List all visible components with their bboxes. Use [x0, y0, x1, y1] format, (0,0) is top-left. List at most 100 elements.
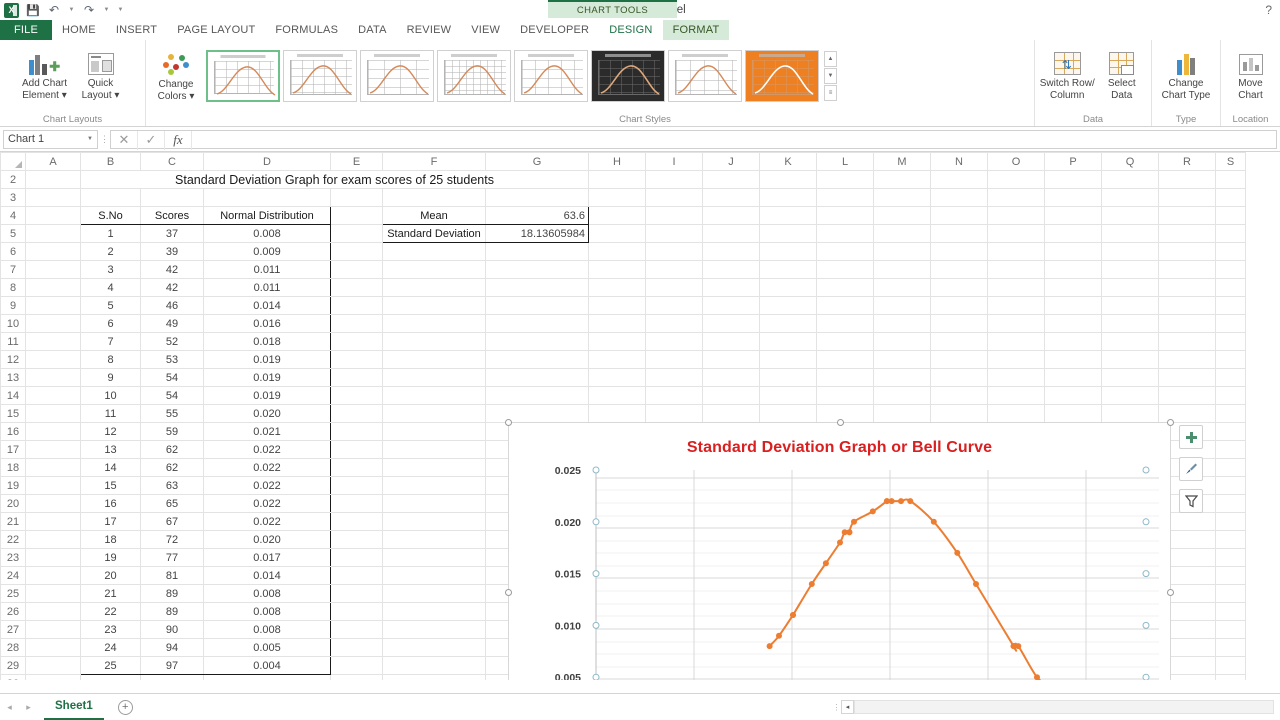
gallery-more-button[interactable]: ≡	[824, 85, 837, 101]
table-row[interactable]: 14	[81, 459, 141, 477]
table-row[interactable]: 0.008	[204, 603, 331, 621]
table-row[interactable]: 4	[81, 279, 141, 297]
cell-e3[interactable]	[331, 189, 383, 207]
cell-s17[interactable]	[1216, 441, 1246, 459]
cell-s26[interactable]	[1216, 603, 1246, 621]
cell-m11[interactable]	[874, 333, 931, 351]
cell-s19[interactable]	[1216, 477, 1246, 495]
row-header-3[interactable]: 3	[1, 189, 26, 207]
table-row[interactable]: 23	[81, 621, 141, 639]
table-row[interactable]: 8	[81, 351, 141, 369]
cell-g11[interactable]	[486, 333, 589, 351]
table-row[interactable]: 37	[141, 225, 204, 243]
column-header-s[interactable]: S	[1216, 153, 1246, 171]
prev-sheet-icon[interactable]: ◂	[0, 702, 19, 713]
cell-a11[interactable]	[26, 333, 81, 351]
chart-style-thumb-5[interactable]	[514, 50, 588, 102]
cell-k14[interactable]	[760, 387, 817, 405]
cell-q3[interactable]	[1102, 189, 1159, 207]
scrollbar-grip[interactable]: ⋮	[831, 703, 841, 712]
redo-icon[interactable]: ↷	[82, 3, 96, 17]
cell-a12[interactable]	[26, 351, 81, 369]
table-row[interactable]: 20	[81, 567, 141, 585]
cell-r3[interactable]	[1159, 189, 1216, 207]
cell-g14[interactable]	[486, 387, 589, 405]
table-row[interactable]: 42	[141, 279, 204, 297]
cell-f7[interactable]	[383, 261, 486, 279]
chart-style-thumb-7[interactable]	[668, 50, 742, 102]
cell-e16[interactable]	[331, 423, 383, 441]
cell-c30[interactable]	[141, 675, 204, 681]
cell-e5[interactable]	[331, 225, 383, 243]
table-row[interactable]: 0.019	[204, 369, 331, 387]
cell-q8[interactable]	[1102, 279, 1159, 297]
quick-layout-button[interactable]: QuickLayout ▾	[75, 43, 127, 101]
tab-insert[interactable]: INSERT	[106, 20, 167, 40]
cell-q14[interactable]	[1102, 387, 1159, 405]
cell-a8[interactable]	[26, 279, 81, 297]
row-header-27[interactable]: 27	[1, 621, 26, 639]
cell-n10[interactable]	[931, 315, 988, 333]
cell-o8[interactable]	[988, 279, 1045, 297]
cell-a7[interactable]	[26, 261, 81, 279]
cell-p2[interactable]	[1045, 171, 1102, 189]
cell-r9[interactable]	[1159, 297, 1216, 315]
cell-p3[interactable]	[1045, 189, 1102, 207]
table-header-normal-distribution[interactable]: Normal Distribution	[204, 207, 331, 225]
table-row[interactable]: 0.008	[204, 225, 331, 243]
cell-j11[interactable]	[703, 333, 760, 351]
cell-l4[interactable]	[817, 207, 874, 225]
table-row[interactable]: 97	[141, 657, 204, 675]
cell-j15[interactable]	[703, 405, 760, 423]
gallery-scroll-up-button[interactable]: ▲	[824, 51, 837, 67]
cell-a15[interactable]	[26, 405, 81, 423]
cell-q5[interactable]	[1102, 225, 1159, 243]
name-box[interactable]: Chart 1 ▼	[3, 130, 98, 149]
table-row[interactable]: 77	[141, 549, 204, 567]
row-header-8[interactable]: 8	[1, 279, 26, 297]
cell-f26[interactable]	[383, 603, 486, 621]
cell-i9[interactable]	[646, 297, 703, 315]
table-row[interactable]: 0.004	[204, 657, 331, 675]
cell-p13[interactable]	[1045, 369, 1102, 387]
cell-c3[interactable]	[141, 189, 204, 207]
cell-h4[interactable]	[589, 207, 646, 225]
row-header-6[interactable]: 6	[1, 243, 26, 261]
cell-a5[interactable]	[26, 225, 81, 243]
cell-a3[interactable]	[26, 189, 81, 207]
table-row[interactable]: 49	[141, 315, 204, 333]
cell-e13[interactable]	[331, 369, 383, 387]
cell-e27[interactable]	[331, 621, 383, 639]
cell-o6[interactable]	[988, 243, 1045, 261]
cell-p11[interactable]	[1045, 333, 1102, 351]
cell-l12[interactable]	[817, 351, 874, 369]
cell-s21[interactable]	[1216, 513, 1246, 531]
cell-r6[interactable]	[1159, 243, 1216, 261]
cell-k2[interactable]	[760, 171, 817, 189]
cell-h13[interactable]	[589, 369, 646, 387]
cell-m13[interactable]	[874, 369, 931, 387]
cell-s7[interactable]	[1216, 261, 1246, 279]
cell-h5[interactable]	[589, 225, 646, 243]
column-header-f[interactable]: F	[383, 153, 486, 171]
cell-a20[interactable]	[26, 495, 81, 513]
name-box-chevron-down-icon[interactable]: ▼	[87, 136, 93, 142]
cell-i11[interactable]	[646, 333, 703, 351]
cell-e15[interactable]	[331, 405, 383, 423]
cell-o13[interactable]	[988, 369, 1045, 387]
cell-f29[interactable]	[383, 657, 486, 675]
cell-o10[interactable]	[988, 315, 1045, 333]
cell-a4[interactable]	[26, 207, 81, 225]
cell-g15[interactable]	[486, 405, 589, 423]
cell-s28[interactable]	[1216, 639, 1246, 657]
resize-handle-w[interactable]	[505, 589, 512, 596]
cell-l2[interactable]	[817, 171, 874, 189]
column-header-c[interactable]: C	[141, 153, 204, 171]
cell-a2[interactable]	[26, 171, 81, 189]
cell-i15[interactable]	[646, 405, 703, 423]
cell-h2[interactable]	[589, 171, 646, 189]
insert-function-icon[interactable]: fx	[165, 131, 192, 150]
cell-e28[interactable]	[331, 639, 383, 657]
change-chart-type-button[interactable]: ChangeChart Type	[1156, 43, 1216, 101]
table-row[interactable]: 0.020	[204, 405, 331, 423]
